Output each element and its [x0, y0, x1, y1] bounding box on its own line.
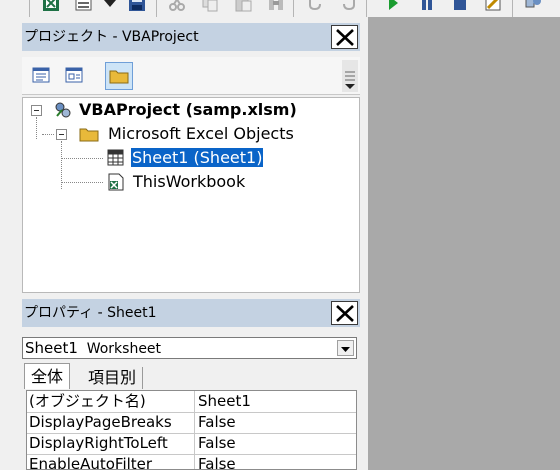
column-divider	[194, 412, 195, 433]
view-code-icon	[32, 67, 50, 83]
property-row[interactable]: DisplayRightToLeft False	[27, 433, 356, 455]
tree-connector	[61, 182, 103, 183]
design-mode-icon[interactable]	[484, 0, 502, 12]
tab-categorized[interactable]: 項目別	[82, 367, 144, 389]
property-name: DisplayPageBreaks	[29, 413, 172, 431]
property-value[interactable]: False	[197, 433, 236, 454]
property-name: DisplayRightToLeft	[29, 434, 168, 452]
tab-alphabetic[interactable]: 全体	[24, 363, 71, 389]
toolbar-separator	[156, 0, 157, 17]
folder-icon	[109, 70, 129, 84]
project-explorer-close-button[interactable]	[331, 25, 358, 49]
properties-title: プロパティ - Sheet1	[24, 305, 157, 321]
toolbar-separator	[293, 0, 294, 17]
folder-icon	[79, 128, 99, 142]
tree-node-sheet1[interactable]: Sheet1 (Sheet1)	[129, 147, 265, 169]
property-value[interactable]: False	[197, 454, 236, 469]
save-icon[interactable]	[128, 0, 146, 12]
toolbar-overflow-icon[interactable]	[342, 60, 358, 92]
view-object-button[interactable]	[61, 62, 89, 90]
project-tree[interactable]: VBAProject (samp.xlsm) Microsoft Excel O…	[22, 97, 360, 293]
run-icon[interactable]	[384, 0, 402, 12]
column-divider	[194, 433, 195, 454]
undo-icon[interactable]	[306, 0, 324, 12]
chevron-down-icon	[341, 347, 350, 352]
cut-icon[interactable]	[168, 0, 186, 12]
property-row[interactable]: (オブジェクト名) Sheet1	[27, 391, 356, 413]
property-row[interactable]: DisplayPageBreaks False	[27, 412, 356, 434]
tree-node-folder[interactable]: Microsoft Excel Objects	[108, 123, 294, 145]
close-icon	[336, 29, 354, 46]
collapse-toggle[interactable]	[31, 105, 42, 116]
tree-connector	[42, 134, 54, 135]
property-name: EnableAutoFilter	[29, 455, 153, 470]
properties-close-button[interactable]	[331, 301, 358, 325]
vbaproject-icon	[55, 102, 71, 118]
worksheet-icon	[107, 149, 124, 166]
tree-connector	[36, 117, 37, 139]
tree-node-thisworkbook[interactable]: ThisWorkbook	[133, 171, 245, 193]
excel-icon[interactable]	[42, 0, 60, 12]
tree-node-sheet1-label: Sheet1 (Sheet1)	[129, 147, 265, 168]
column-divider	[194, 391, 195, 412]
property-value[interactable]: Sheet1	[197, 391, 251, 412]
property-value[interactable]: False	[197, 412, 236, 433]
properties-tabs: 全体 項目別	[22, 363, 360, 389]
object-type: Worksheet	[86, 341, 162, 357]
toolbar-separator	[512, 0, 513, 17]
redo-icon[interactable]	[340, 0, 358, 12]
tab-alphabetic-label: 全体	[31, 367, 64, 386]
view-object-icon	[65, 67, 83, 83]
tree-connector	[61, 158, 103, 159]
paste-icon[interactable]	[234, 0, 252, 12]
project-explorer-titlebar: プロジェクト - VBAProject	[22, 23, 360, 51]
column-divider	[194, 454, 195, 469]
close-icon	[336, 305, 354, 322]
project-explorer-title: プロジェクト - VBAProject	[24, 29, 199, 45]
code-workspace[interactable]	[368, 17, 560, 470]
collapse-toggle[interactable]	[56, 129, 67, 140]
break-icon[interactable]	[418, 0, 436, 12]
view-code-button[interactable]	[28, 62, 56, 90]
properties-titlebar: プロパティ - Sheet1	[22, 299, 360, 327]
tab-categorized-label: 項目別	[88, 368, 137, 387]
property-row[interactable]: EnableAutoFilter False	[27, 454, 356, 470]
reset-icon[interactable]	[451, 0, 469, 12]
workbook-icon	[108, 173, 124, 191]
object-selector[interactable]: Sheet1 Worksheet	[22, 337, 357, 359]
property-name: (オブジェクト名)	[29, 392, 146, 410]
tree-node-project[interactable]: VBAProject (samp.xlsm)	[79, 99, 297, 121]
dropdown-arrow-icon[interactable]	[103, 0, 117, 12]
find-icon[interactable]	[267, 0, 285, 12]
project-explorer-toolbar	[22, 57, 360, 95]
copy-icon[interactable]	[201, 0, 219, 12]
main-toolbar	[0, 0, 560, 17]
toolbar-separator	[366, 0, 367, 17]
object-selector-dropdown-button[interactable]	[337, 340, 354, 356]
project-explorer-icon[interactable]	[524, 0, 542, 12]
toolbar-separator	[29, 0, 30, 17]
insert-icon[interactable]	[75, 0, 93, 12]
object-name: Sheet1	[25, 339, 78, 357]
properties-grid: (オブジェクト名) Sheet1 DisplayPageBreaks False…	[26, 390, 357, 470]
toggle-folders-button[interactable]	[105, 62, 133, 90]
left-panel: プロジェクト - VBAProject VBAProject (samp.xls…	[22, 17, 360, 470]
